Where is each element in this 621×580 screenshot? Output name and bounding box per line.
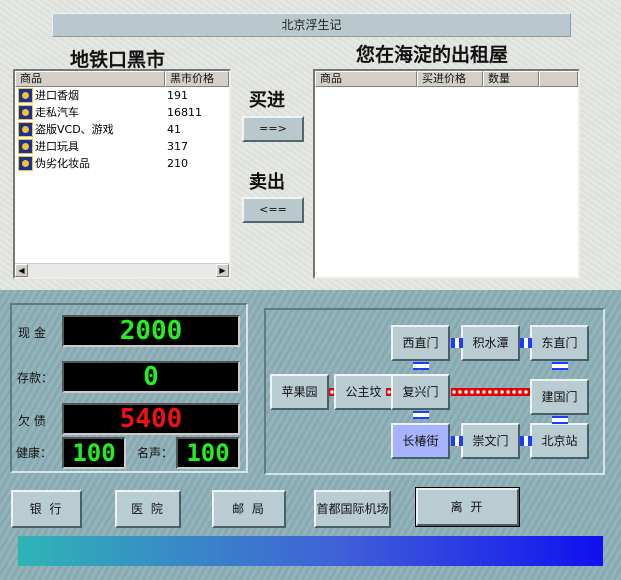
sell-button[interactable]: <==	[242, 197, 304, 223]
cash-label: 现 金	[18, 326, 46, 340]
line-changchunjie-chongwenmen	[451, 436, 463, 446]
fame-label: 名声：	[137, 446, 174, 460]
item-price: 41	[167, 123, 181, 136]
line1-pingguoyuan-gongzhufen	[329, 388, 334, 396]
buy-label: 买进	[249, 90, 285, 111]
deposit-display: 0	[62, 361, 240, 393]
goods-icon	[18, 156, 33, 171]
debt-label: 欠 债	[18, 414, 46, 428]
goods-icon	[18, 122, 33, 137]
health-label: 健康：	[16, 446, 53, 460]
sell-label: 卖出	[249, 172, 285, 193]
market-col-item[interactable]: 商品	[15, 71, 165, 87]
leave-button[interactable]: 离 开	[415, 487, 520, 527]
line-chongwenmen-beijingzhan	[520, 436, 532, 446]
scroll-right-arrow-icon[interactable]: ▶	[216, 264, 229, 277]
market-list[interactable]: 商品 黑市价格 进口香烟 191 走私汽车 16811 盗版VCD、游戏 41 进口玩具 31…	[13, 69, 231, 279]
rental-col-filler	[539, 71, 578, 87]
window-title: 北京浮生记	[52, 13, 571, 37]
deposit-label: 存款：	[17, 371, 54, 385]
market-list-header: 商品 黑市价格	[15, 71, 229, 87]
rental-col-item[interactable]: 商品	[315, 71, 417, 87]
bank-button[interactable]: 银 行	[11, 490, 82, 528]
rental-list[interactable]: 商品 买进价格 数量	[313, 69, 580, 279]
station-xizhimen[interactable]: 西直门	[391, 325, 450, 361]
rental-list-header: 商品 买进价格 数量	[315, 71, 578, 87]
market-item-row[interactable]: 伪劣化妆品 210	[15, 155, 229, 172]
line-xizhimen-fuxingmen	[413, 362, 429, 370]
line1-fuxingmen-jianguomen	[451, 388, 530, 396]
goods-icon	[18, 105, 33, 120]
item-price: 16811	[167, 106, 202, 119]
station-chongwenmen[interactable]: 崇文门	[461, 423, 520, 459]
market-item-row[interactable]: 进口玩具 317	[15, 138, 229, 155]
station-jianguomen[interactable]: 建国门	[530, 379, 589, 415]
market-title: 地铁口黑市	[70, 49, 166, 71]
progress-bar	[18, 536, 603, 566]
market-item-row[interactable]: 进口香烟 191	[15, 87, 229, 104]
post-office-button[interactable]: 邮 局	[212, 490, 286, 528]
rental-title: 您在海淀的出租屋	[356, 44, 509, 66]
market-item-row[interactable]: 盗版VCD、游戏 41	[15, 121, 229, 138]
line-dongzhimen-jianguomen	[552, 362, 568, 370]
market-rows: 进口香烟 191 走私汽车 16811 盗版VCD、游戏 41 进口玩具 317 伪劣化妆品 21…	[15, 87, 229, 172]
line-jianguomen-beijingzhan	[552, 416, 568, 424]
airport-button[interactable]: 首都国际机场	[314, 490, 391, 528]
item-price: 191	[167, 89, 188, 102]
item-name: 伪劣化妆品	[35, 157, 90, 170]
market-panel: 北京浮生记 地铁口黑市 您在海淀的出租屋 商品 黑市价格 进口香烟 191 走私汽车…	[0, 0, 621, 290]
item-name: 进口玩具	[35, 140, 79, 153]
item-price: 210	[167, 157, 188, 170]
station-fuxingmen[interactable]: 复兴门	[391, 374, 450, 410]
item-name: 走私汽车	[35, 106, 79, 119]
goods-icon	[18, 88, 33, 103]
scroll-left-arrow-icon[interactable]: ◀	[15, 264, 28, 277]
line-fuxingmen-changchunjie	[413, 411, 429, 419]
debt-display: 5400	[62, 403, 240, 435]
goods-icon	[18, 139, 33, 154]
station-gongzhufen[interactable]: 公主坟	[334, 374, 393, 410]
buy-button[interactable]: ==>	[242, 116, 304, 142]
rental-col-price[interactable]: 买进价格	[417, 71, 483, 87]
health-display: 100	[62, 437, 126, 469]
line1-gongzhufen-fuxingmen	[386, 388, 391, 396]
station-dongzhimen[interactable]: 东直门	[530, 325, 589, 361]
rental-col-qty[interactable]: 数量	[483, 71, 539, 87]
station-changchunjie[interactable]: 长椿街	[391, 423, 450, 459]
market-item-row[interactable]: 走私汽车 16811	[15, 104, 229, 121]
cash-display: 2000	[62, 315, 240, 347]
station-beijingzhan[interactable]: 北京站	[530, 423, 589, 459]
line-jishuitan-dongzhimen	[520, 338, 532, 348]
station-jishuitan[interactable]: 积水潭	[461, 325, 520, 361]
line-xizhimen-jishuitan	[451, 338, 463, 348]
fame-display: 100	[176, 437, 240, 469]
market-scrollbar[interactable]: ◀ ▶	[15, 263, 229, 277]
item-name: 盗版VCD、游戏	[35, 123, 114, 136]
station-pingguoyuan[interactable]: 苹果园	[270, 374, 329, 410]
item-price: 317	[167, 140, 188, 153]
hospital-button[interactable]: 医 院	[115, 490, 181, 528]
market-col-price[interactable]: 黑市价格	[165, 71, 229, 87]
item-name: 进口香烟	[35, 89, 79, 102]
